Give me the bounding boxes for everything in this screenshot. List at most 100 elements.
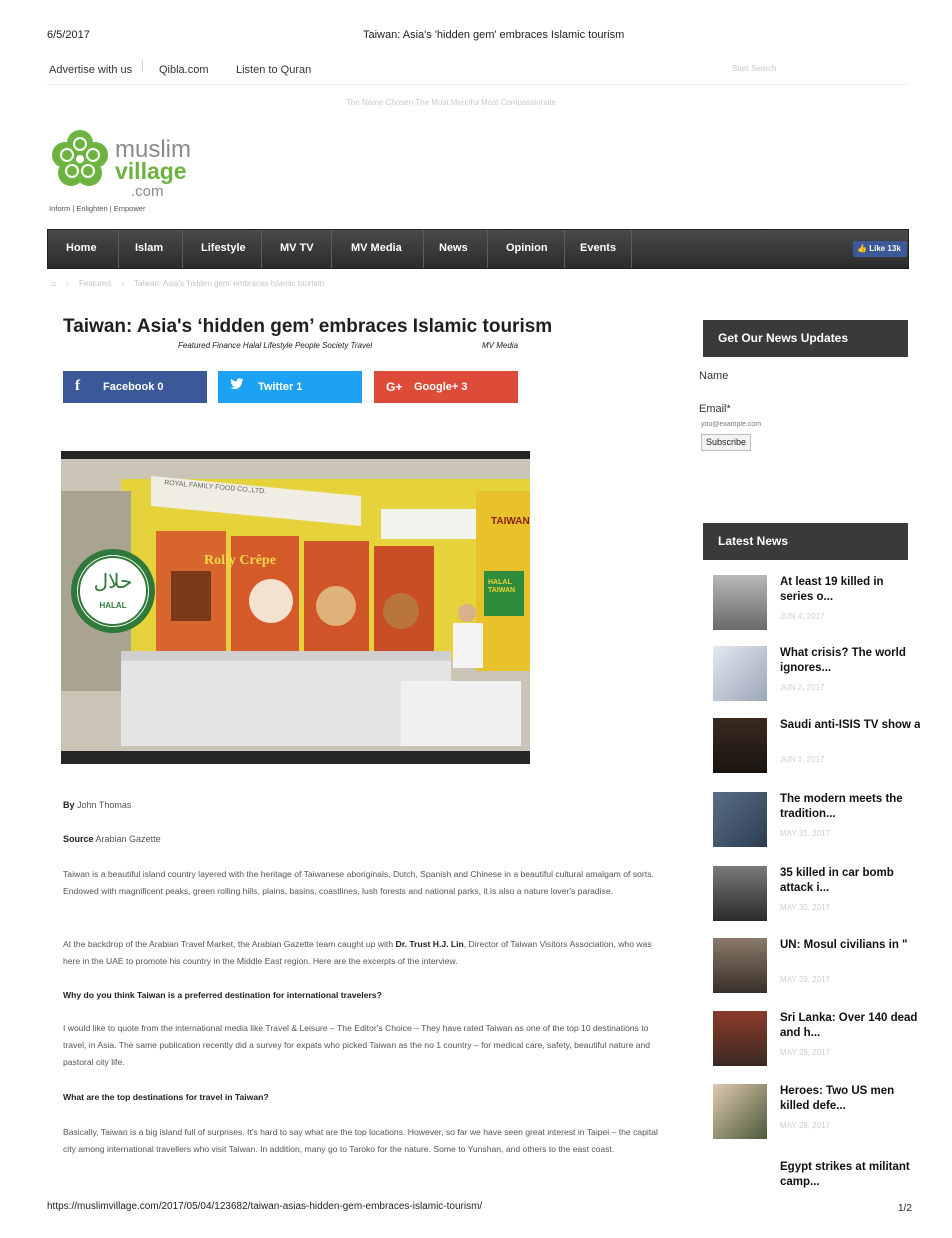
nav-islam[interactable]: Islam — [135, 242, 163, 254]
latest-news-item[interactable]: 35 killed in car bomb attack i... MAY 30… — [713, 866, 923, 936]
byline-author[interactable]: John Thomas — [77, 800, 131, 810]
nav-divider — [564, 230, 565, 268]
source-line: Source Arabian Gazette — [63, 834, 161, 844]
latest-news-item[interactable]: Sri Lanka: Over 140 dead and h... MAY 28… — [713, 1011, 923, 1081]
news-title[interactable]: 35 killed in car bomb attack i... — [780, 866, 910, 896]
print-date: 6/5/2017 — [47, 29, 90, 41]
name-label: Name — [699, 370, 729, 382]
twitter-share-label: Twitter 1 — [258, 381, 303, 393]
newsletter-heading: Get Our News Updates — [703, 320, 908, 357]
nav-opinion[interactable]: Opinion — [506, 242, 548, 254]
nav-home[interactable]: Home — [66, 242, 97, 254]
nav-news[interactable]: News — [439, 242, 468, 254]
halal-logo-arabic: حلال — [93, 569, 133, 593]
nav-mvtv[interactable]: MV TV — [280, 242, 314, 254]
breadcrumb-current: Taiwan: Asia's 'hidden gem' embraces Isl… — [134, 279, 324, 288]
source-label: Source — [63, 834, 94, 844]
nav-lifestyle[interactable]: Lifestyle — [201, 242, 246, 254]
twitter-bird-icon — [230, 378, 244, 395]
news-thumbnail[interactable] — [713, 718, 767, 773]
nav-divider — [118, 230, 119, 268]
byline: By John Thomas — [63, 800, 131, 810]
search-label[interactable]: Start Search — [732, 64, 776, 73]
news-date: MAY 31, 2017 — [780, 829, 830, 838]
latest-news-item[interactable]: UN: Mosul civilians in " MAY 29, 2017 — [713, 938, 923, 1008]
halal-logo-latin: HALAL — [99, 601, 127, 610]
interview-answer-1: I would like to quote from the internati… — [63, 1023, 651, 1067]
google-plus-icon: G+ — [386, 380, 403, 394]
print-footer-url: https://muslimvillage.com/2017/05/04/123… — [47, 1201, 483, 1212]
facebook-share-button[interactable]: f Facebook 0 — [63, 371, 207, 403]
flower-logo-icon — [52, 130, 108, 186]
news-title[interactable]: What crisis? The world ignores... — [780, 646, 910, 676]
source-value[interactable]: Arabian Gazette — [96, 834, 161, 844]
facebook-like-button[interactable]: 👍 Like 13k — [853, 241, 907, 257]
news-date: MAY 30, 2017 — [780, 903, 830, 912]
newsletter-heading-text: Get Our News Updates — [718, 331, 849, 345]
main-nav: Home Islam Lifestyle MV TV MV Media News… — [47, 229, 909, 269]
nav-divider — [182, 230, 183, 268]
latest-news-item[interactable]: The modern meets the tradition... MAY 31… — [713, 792, 923, 862]
logo-tagline: Inform | Enlighten | Empower — [49, 204, 146, 213]
news-date: MAY 29, 2017 — [780, 975, 830, 984]
latest-news-item[interactable]: At least 19 killed in series o... JUN 4,… — [713, 575, 923, 645]
news-thumbnail[interactable] — [713, 938, 767, 993]
latest-news-item[interactable]: Heroes: Two US men killed defe... MAY 28… — [713, 1084, 923, 1154]
tagline-banner: The Name Chosen The Most Merciful Most C… — [346, 98, 557, 107]
home-icon[interactable]: ⌂ — [51, 279, 56, 288]
nav-divider — [331, 230, 332, 268]
article-title: Taiwan: Asia's ‘hidden gem’ embraces Isl… — [63, 316, 553, 337]
nav-divider — [631, 230, 632, 268]
article-categories[interactable]: Featured Finance Halal Lifestyle People … — [178, 341, 372, 350]
nav-divider — [261, 230, 262, 268]
news-title[interactable]: The modern meets the tradition... — [780, 792, 910, 822]
news-date: MAY 28, 2017 — [780, 1121, 830, 1130]
latest-news-item[interactable]: Saudi anti-ISIS TV show actors... JUN 1,… — [713, 718, 923, 788]
news-date: JUN 1, 2017 — [780, 755, 825, 764]
topnav-qibla[interactable]: Qibla.com — [159, 60, 209, 78]
subscribe-button[interactable]: Subscribe — [701, 434, 752, 451]
news-thumbnail[interactable] — [713, 1084, 767, 1139]
news-title[interactable]: Heroes: Two US men killed defe... — [780, 1084, 910, 1114]
nav-divider — [487, 230, 488, 268]
twitter-share-button[interactable]: Twitter 1 — [218, 371, 362, 403]
booth-halal-sign: HALAL TAIWAN — [488, 579, 516, 594]
news-title[interactable]: Sri Lanka: Over 140 dead and h... — [780, 1011, 920, 1041]
article-paragraph-1: Taiwan is a beautiful island country lay… — [63, 869, 654, 896]
news-thumbnail[interactable] — [713, 646, 767, 701]
google-plus-share-button[interactable]: G+ Google+ 3 — [374, 371, 518, 403]
p2-interviewee: Dr. Trust H.J. Lin — [395, 939, 464, 949]
news-thumbnail[interactable] — [713, 575, 767, 630]
topnav-separator: | — [141, 58, 145, 72]
news-title[interactable]: At least 19 killed in series o... — [780, 575, 910, 605]
logo-word-village: village — [115, 158, 187, 184]
topnav-divider — [47, 84, 909, 85]
latest-news-heading: Latest News — [703, 523, 908, 560]
news-title[interactable]: Egypt strikes at militant camp... — [780, 1160, 930, 1190]
news-title[interactable]: UN: Mosul civilians in " — [780, 938, 920, 954]
latest-news-item[interactable]: Egypt strikes at militant camp... — [713, 1160, 923, 1230]
topnav-advertise[interactable]: Advertise with us — [49, 60, 132, 78]
breadcrumb: ⌂ › Featured › Taiwan: Asia's 'hidden ge… — [51, 279, 324, 288]
news-date: JUN 4, 2017 — [780, 612, 825, 621]
nav-events[interactable]: Events — [580, 242, 616, 254]
byline-label: By — [63, 800, 75, 810]
breadcrumb-featured[interactable]: Featured — [79, 279, 111, 288]
article-source-tag[interactable]: MV Media — [482, 341, 518, 350]
news-thumbnail[interactable] — [713, 866, 767, 921]
email-label: Email* — [699, 403, 731, 415]
print-page-title: Taiwan: Asia's 'hidden gem' embraces Isl… — [363, 29, 625, 41]
nav-mvmedia[interactable]: MV Media — [351, 242, 402, 254]
news-title[interactable]: Saudi anti-ISIS TV show actors... — [780, 718, 920, 748]
email-field[interactable] — [701, 418, 781, 431]
facebook-icon: f — [75, 378, 80, 394]
news-thumbnail[interactable] — [713, 792, 767, 847]
facebook-share-label: Facebook 0 — [103, 381, 164, 393]
topnav-quran[interactable]: Listen to Quran — [236, 60, 311, 78]
latest-news-heading-text: Latest News — [718, 534, 789, 548]
news-date: JUN 2, 2017 — [780, 683, 825, 692]
booth-brand: Rolly Crêpe — [204, 553, 276, 568]
booth-taiwan-sign: TAIWAN — [491, 516, 530, 527]
latest-news-item[interactable]: What crisis? The world ignores... JUN 2,… — [713, 646, 923, 716]
news-thumbnail[interactable] — [713, 1011, 767, 1066]
